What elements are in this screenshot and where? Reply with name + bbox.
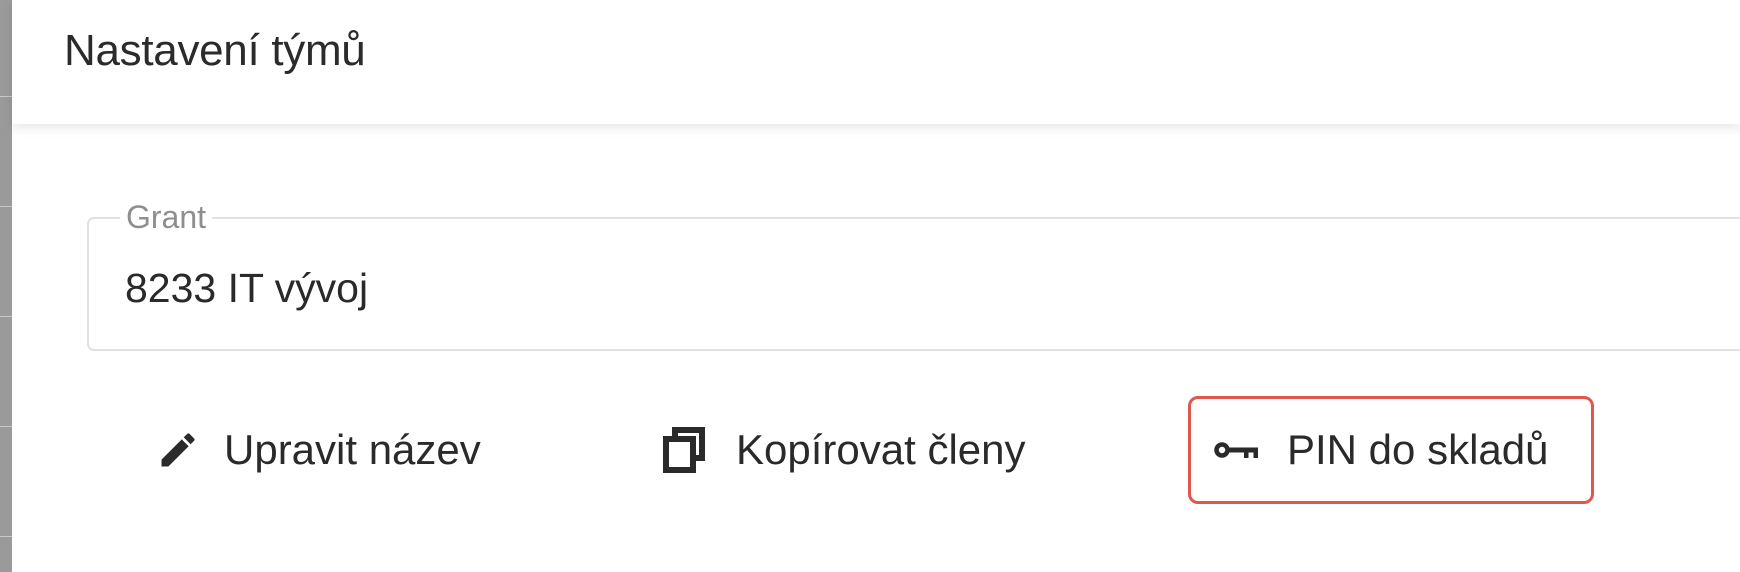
- grant-field-label: Grant: [120, 199, 213, 235]
- dialog-header: Nastavení týmů: [12, 0, 1740, 124]
- copy-icon: [660, 426, 708, 474]
- dialog-title: Nastavení týmů: [64, 26, 366, 75]
- pencil-icon: [154, 426, 202, 474]
- background-overlay-edge: [0, 0, 12, 572]
- grant-field-value[interactable]: 8233 IT vývoj: [125, 260, 368, 316]
- edit-name-label: Upravit název: [224, 426, 481, 473]
- warehouse-pin-label: PIN do skladů: [1287, 426, 1549, 473]
- key-icon: [1213, 426, 1261, 474]
- edit-name-button[interactable]: Upravit název: [154, 396, 481, 504]
- copy-members-button[interactable]: Kopírovat členy: [660, 396, 1026, 504]
- copy-members-label: Kopírovat členy: [736, 426, 1026, 473]
- warehouse-pin-button[interactable]: PIN do skladů: [1188, 396, 1594, 504]
